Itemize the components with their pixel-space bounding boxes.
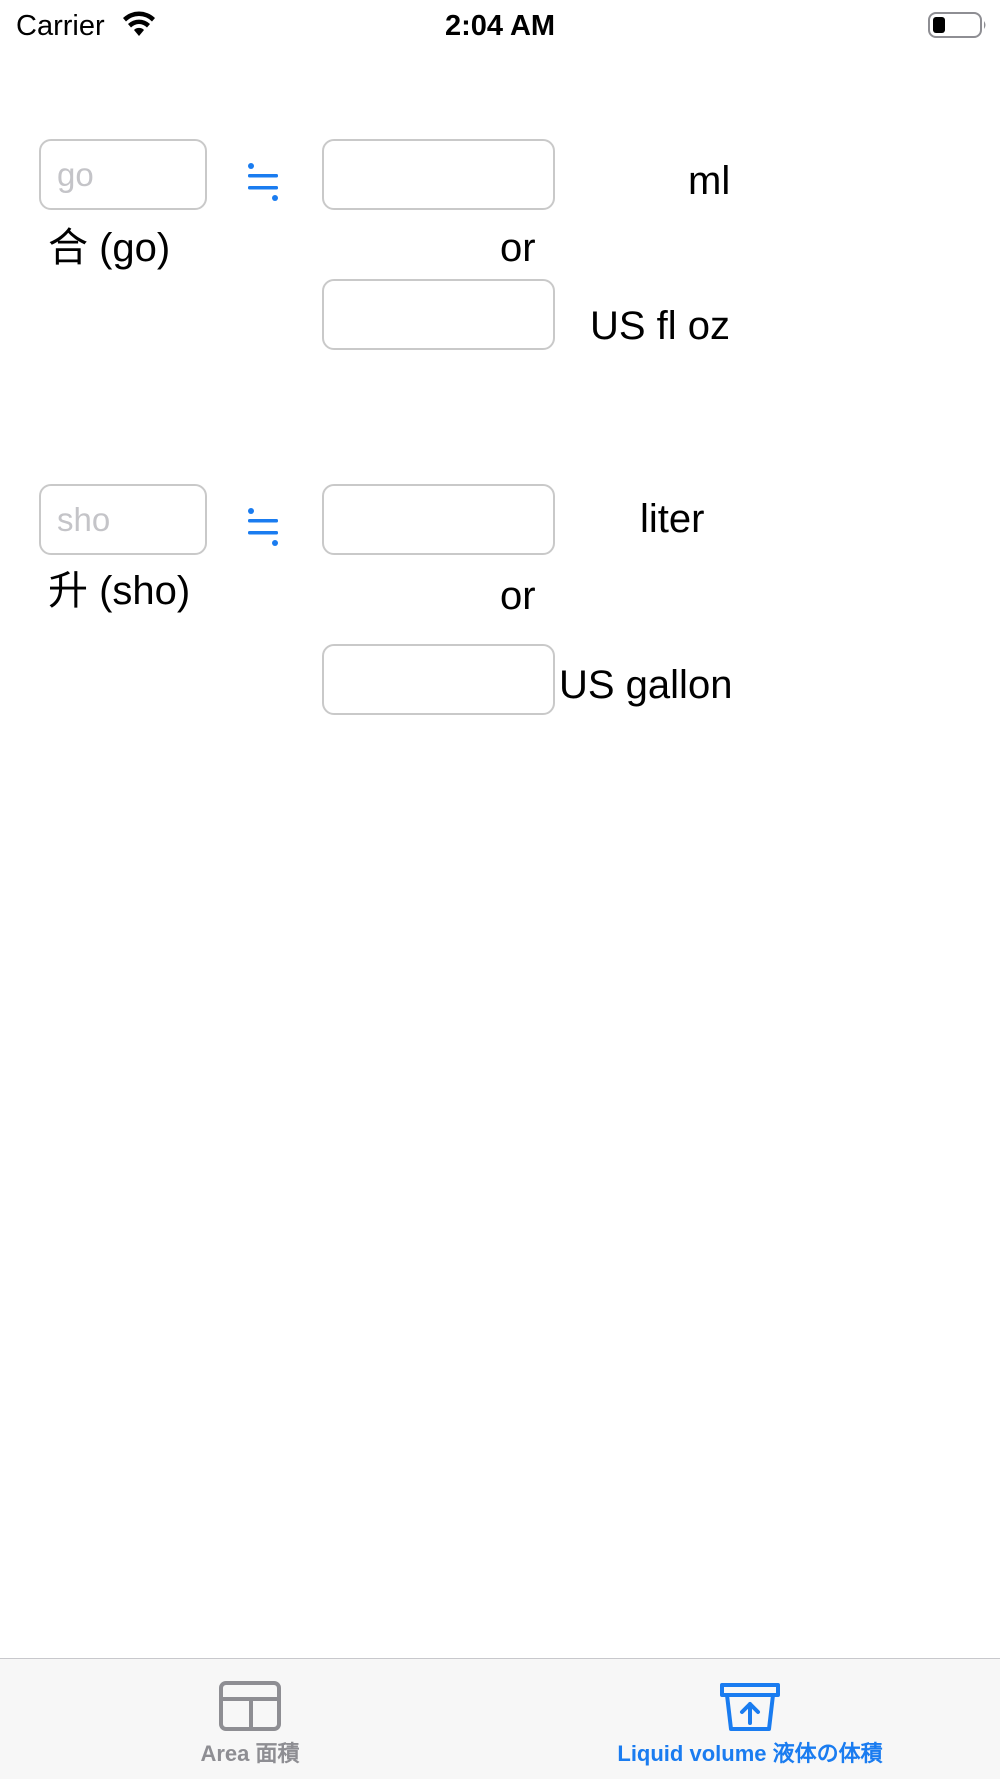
tab-area-label: Area 面積 [200,1741,300,1766]
tab-liquid-volume[interactable]: Liquid volume 液体の体積 [500,1659,1000,1779]
go-input[interactable] [39,139,207,210]
floz-unit-label: US fl oz [590,304,731,348]
battery-icon [928,12,986,38]
or-label: or [500,226,536,270]
sho-input[interactable] [39,484,207,555]
tab-bar: Area 面積 Liquid volume 液体の体積 [0,1658,1000,1779]
status-time: 2:04 AM [444,10,556,42]
tab-liquid-volume-label: Liquid volume 液体の体積 [617,1741,883,1766]
liter-output-field[interactable] [322,484,555,555]
liquid-volume-icon [720,1683,780,1731]
gallon-output-field[interactable] [322,644,555,715]
ml-output-field[interactable] [322,139,555,210]
area-icon [219,1681,281,1731]
floz-output-field[interactable] [322,279,555,350]
or-label: or [500,574,536,618]
approximately-equal-icon [248,163,278,201]
sho-unit-label: 升 (sho) [48,569,191,613]
ml-unit-label: ml [688,159,731,203]
gallon-unit-label: US gallon [559,663,733,707]
approximately-equal-icon [248,508,278,546]
liter-unit-label: liter [640,497,705,541]
go-unit-label: 合 (go) [48,226,171,270]
tab-area[interactable]: Area 面積 [0,1659,500,1779]
